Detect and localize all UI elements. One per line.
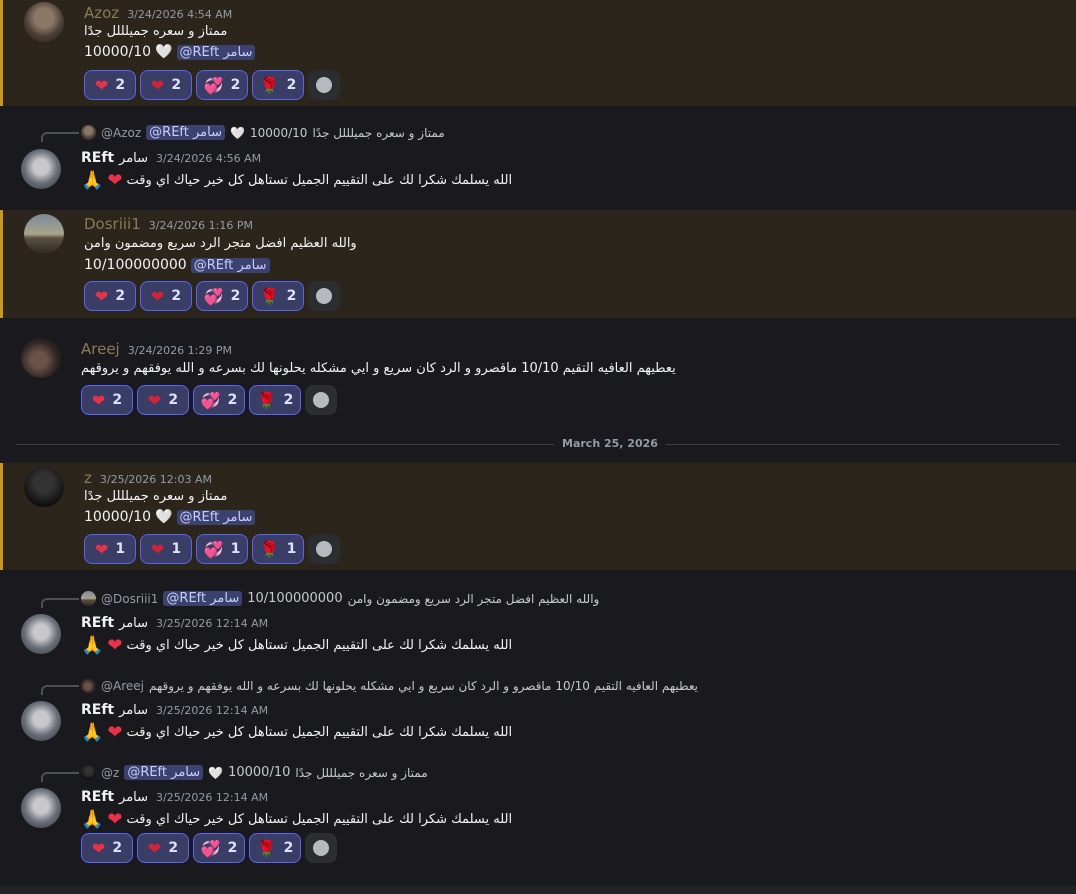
timestamp: 3/24/2026 4:54 AM xyxy=(127,8,233,21)
reaction-red-heart[interactable]: ❤ 2 xyxy=(140,281,192,311)
message-z: z 3/25/2026 12:03 AM ممتاز و سعره جميللل… xyxy=(0,463,1076,570)
mini-avatar xyxy=(81,591,96,606)
author-name[interactable]: Azoz xyxy=(84,4,119,22)
reaction-rose[interactable]: 🌹 2 xyxy=(252,70,304,100)
user-mention[interactable]: @REft سامر xyxy=(176,509,256,525)
mini-avatar xyxy=(81,678,96,693)
user-mention[interactable]: @REft سامر xyxy=(176,44,256,60)
reply-preview[interactable]: @Azoz @REft سامر 🤍 10000/10 ممتاز و سعره… xyxy=(81,125,445,140)
message-text: 10000/10 🤍 @REft سامر xyxy=(84,509,256,525)
mini-avatar xyxy=(81,765,96,780)
avatar[interactable] xyxy=(24,467,64,507)
timestamp: 3/25/2026 12:14 AM xyxy=(156,704,269,717)
smile-icon xyxy=(316,77,332,93)
message-text: ممتاز و سعره جميلللل جدًا xyxy=(84,24,228,39)
reaction-heart[interactable]: ❤ 2 xyxy=(81,385,133,415)
reaction-hearts[interactable]: 💞 2 xyxy=(193,833,245,863)
smile-icon xyxy=(313,840,329,856)
mini-avatar xyxy=(81,125,96,140)
message-areej: Areej 3/24/2026 1:29 PM يعطيهم العافيه ا… xyxy=(0,334,1076,424)
message-dosriii1: Dosriii1 3/24/2026 1:16 PM والله العظيم … xyxy=(0,210,1076,318)
smile-icon xyxy=(316,541,332,557)
avatar[interactable] xyxy=(21,788,61,828)
timestamp: 3/24/2026 4:56 AM xyxy=(156,152,262,165)
timestamp: 3/25/2026 12:14 AM xyxy=(156,617,269,630)
reaction-rose[interactable]: 🌹 2 xyxy=(249,833,301,863)
reply-preview[interactable]: @Areej يعطيهم العافيه التقيم 10/10 ماقصر… xyxy=(81,678,698,693)
smile-icon xyxy=(313,392,329,408)
message-text: 🙏 ❤ الله يسلمك شكرا لك على التقييم الجميل… xyxy=(81,635,513,656)
author-name[interactable]: REft سامر xyxy=(81,789,148,805)
reaction-red-heart[interactable]: ❤ 2 xyxy=(137,385,189,415)
author-name[interactable]: Areej xyxy=(81,340,120,358)
author-name[interactable]: z xyxy=(84,469,92,487)
timestamp: 3/25/2026 12:03 AM xyxy=(99,473,212,486)
message-reft-reply-z: @z @REft سامر 🤍 10000/10 ممتاز و سعره جم… xyxy=(0,762,1076,872)
reactions-bar: ❤ 2 ❤ 2 💞 2 🌹 2 xyxy=(84,70,340,100)
reaction-heart[interactable]: ❤ 2 xyxy=(84,70,136,100)
reactions-bar: ❤ 2 ❤ 2 💞 2 🌹 2 xyxy=(84,281,340,311)
avatar[interactable] xyxy=(21,701,61,741)
message-text: 🙏 ❤ الله يسلمك شكرا لك على التقييم الجميل… xyxy=(81,170,513,191)
timestamp: 3/25/2026 12:14 AM xyxy=(156,791,269,804)
message-azoz: Azoz 3/24/2026 4:54 AM ممتاز و سعره جميل… xyxy=(0,0,1076,106)
avatar[interactable] xyxy=(24,214,64,254)
reply-preview[interactable]: @Dosriii1 @REft سامر 10/100000000 والله … xyxy=(81,591,599,606)
reaction-heart[interactable]: ❤ 2 xyxy=(81,833,133,863)
smile-icon xyxy=(316,288,332,304)
add-reaction-button[interactable] xyxy=(305,833,337,863)
reaction-rose[interactable]: 🌹 2 xyxy=(252,281,304,311)
add-reaction-button[interactable] xyxy=(308,70,340,100)
reaction-hearts[interactable]: 💞 2 xyxy=(196,70,248,100)
reply-preview[interactable]: @z @REft سامر 🤍 10000/10 ممتاز و سعره جم… xyxy=(81,765,428,780)
date-divider-line xyxy=(16,444,1060,445)
reply-spine xyxy=(41,772,79,782)
reaction-hearts[interactable]: 💞 1 xyxy=(196,534,248,564)
message-reft-reply-azoz: @Azoz @REft سامر 🤍 10000/10 ممتاز و سعره… xyxy=(0,122,1076,202)
timestamp: 3/24/2026 1:16 PM xyxy=(148,219,253,232)
message-text: 🙏 ❤ الله يسلمك شكرا لك على التقييم الجميل… xyxy=(81,809,513,830)
reaction-red-heart[interactable]: ❤ 2 xyxy=(140,70,192,100)
message-text: والله العظيم افضل متجر الرد سريع ومضمون … xyxy=(84,236,357,251)
reactions-bar: ❤ 2 ❤ 2 💞 2 🌹 2 xyxy=(81,833,337,863)
date-divider-label: March 25, 2026 xyxy=(554,437,666,450)
add-reaction-button[interactable] xyxy=(305,385,337,415)
reaction-red-heart[interactable]: ❤ 2 xyxy=(137,833,189,863)
reaction-hearts[interactable]: 💞 2 xyxy=(193,385,245,415)
user-mention[interactable]: @REft سامر xyxy=(190,257,270,273)
reactions-bar: ❤ 2 ❤ 2 💞 2 🌹 2 xyxy=(81,385,337,415)
reaction-rose[interactable]: 🌹 2 xyxy=(249,385,301,415)
reaction-heart[interactable]: ❤ 2 xyxy=(84,281,136,311)
author-name[interactable]: REft سامر xyxy=(81,615,148,631)
message-text: يعطيهم العافيه التقيم 10/10 ماقصرو و الر… xyxy=(81,361,676,376)
reactions-bar: ❤ 1 ❤ 1 💞 1 🌹 1 xyxy=(84,534,340,564)
message-text: 10000/10 🤍 @REft سامر xyxy=(84,44,256,60)
author-name[interactable]: Dosriii1 xyxy=(84,215,141,233)
scroll-edge xyxy=(0,886,1076,894)
add-reaction-button[interactable] xyxy=(308,281,340,311)
message-reft-reply-dosriii1: @Dosriii1 @REft سامر 10/100000000 والله … xyxy=(0,588,1076,668)
avatar[interactable] xyxy=(21,614,61,654)
author-name[interactable]: REft سامر xyxy=(81,702,148,718)
message-reft-reply-areej: @Areej يعطيهم العافيه التقيم 10/10 ماقصر… xyxy=(0,675,1076,755)
timestamp: 3/24/2026 1:29 PM xyxy=(127,344,232,357)
message-text: 10/100000000 @REft سامر xyxy=(84,257,270,273)
reply-spine xyxy=(41,598,79,608)
message-text: 🙏 ❤ الله يسلمك شكرا لك على التقييم الجميل… xyxy=(81,722,513,743)
avatar[interactable] xyxy=(24,2,64,42)
avatar[interactable] xyxy=(21,338,61,378)
message-text: ممتاز و سعره جميلللل جدًا xyxy=(84,489,228,504)
reaction-heart[interactable]: ❤ 1 xyxy=(84,534,136,564)
author-name[interactable]: REft سامر xyxy=(81,150,148,166)
reply-spine xyxy=(41,132,79,142)
add-reaction-button[interactable] xyxy=(308,534,340,564)
avatar[interactable] xyxy=(21,149,61,189)
reaction-red-heart[interactable]: ❤ 1 xyxy=(140,534,192,564)
reaction-rose[interactable]: 🌹 1 xyxy=(252,534,304,564)
reply-spine xyxy=(41,685,79,695)
reaction-hearts[interactable]: 💞 2 xyxy=(196,281,248,311)
